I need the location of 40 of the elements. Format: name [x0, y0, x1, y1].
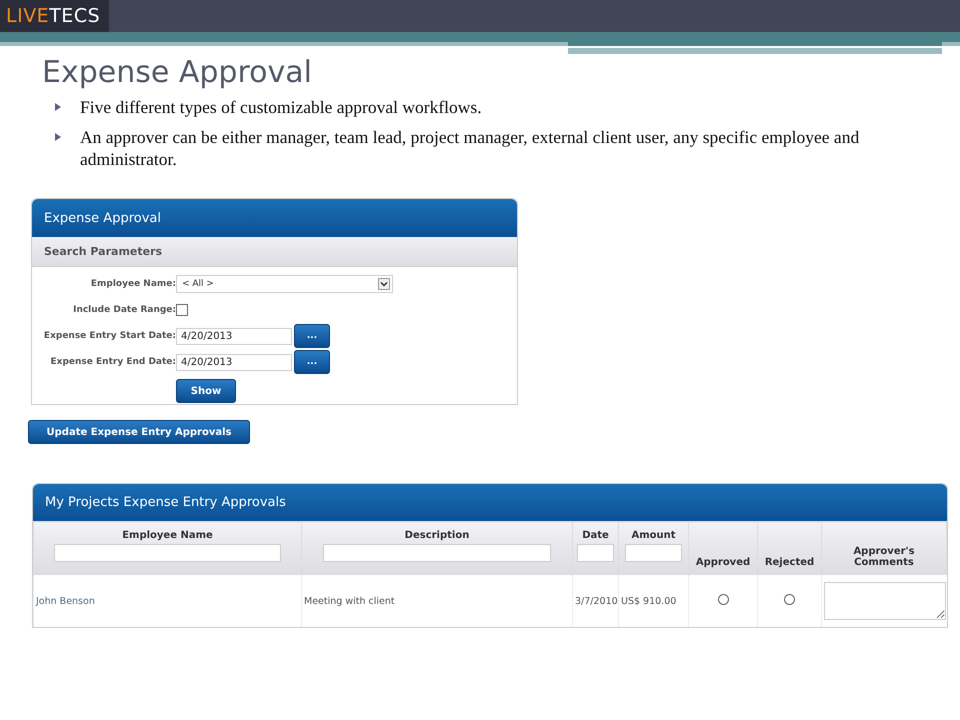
field-label: Employee Name: — [90, 279, 176, 289]
bullet-icon — [55, 103, 61, 111]
column-title: Amount — [630, 530, 677, 541]
table-cell: 3/7/2010 — [572, 574, 618, 627]
table-cell: John Benson — [34, 574, 302, 627]
comments-field[interactable] — [824, 582, 946, 620]
date-picker-button[interactable]: ... — [294, 324, 330, 348]
rejected-radio[interactable] — [784, 594, 795, 605]
date-picker-button[interactable]: ... — [294, 350, 330, 374]
column-title: Date — [581, 530, 610, 541]
date-field[interactable]: 4/20/2013 — [176, 328, 292, 344]
filter-field[interactable] — [54, 544, 281, 562]
employee-dropdown[interactable]: < All > — [176, 275, 393, 293]
bullet-text: Five different types of customizable approval workflows. — [80, 96, 482, 118]
panel-title: My Projects Expense Entry Approvals — [45, 495, 286, 510]
column-title: Employee Name — [121, 530, 214, 541]
bullet-text: An approver can be either manager, team lead, project manager, external client user, any specific employee and administrator. — [80, 126, 860, 170]
show-button[interactable]: Show — [176, 379, 236, 403]
logo: LIVETECS — [0, 0, 110, 32]
column-title: Rejected — [764, 557, 816, 568]
column-title: Approver's Comments — [852, 546, 916, 568]
slide-title: Expense Approval — [42, 56, 313, 90]
date-field[interactable]: 4/20/2013 — [176, 354, 292, 370]
checkbox[interactable] — [176, 304, 188, 316]
field-label: Expense Entry Start Date: — [42, 331, 176, 341]
update-approvals-button[interactable]: Update Expense Entry Approvals — [28, 420, 250, 444]
bullet-icon — [55, 133, 61, 141]
panel-title: Expense Approval — [44, 211, 161, 226]
section-title: Search Parameters — [44, 245, 162, 258]
filter-field[interactable] — [322, 544, 552, 562]
table-cell: Meeting with client — [302, 574, 572, 627]
field-label: Include Date Range: — [72, 305, 176, 315]
filter-field[interactable] — [624, 544, 682, 562]
field-label: Expense Entry End Date: — [50, 357, 176, 367]
column-title: Description — [404, 530, 470, 541]
column-title: Approved — [694, 557, 752, 568]
table-cell: US$ 910.00 — [618, 574, 688, 627]
dropdown-icon[interactable] — [378, 278, 390, 290]
filter-field[interactable] — [577, 544, 614, 562]
approved-radio[interactable] — [718, 594, 728, 605]
